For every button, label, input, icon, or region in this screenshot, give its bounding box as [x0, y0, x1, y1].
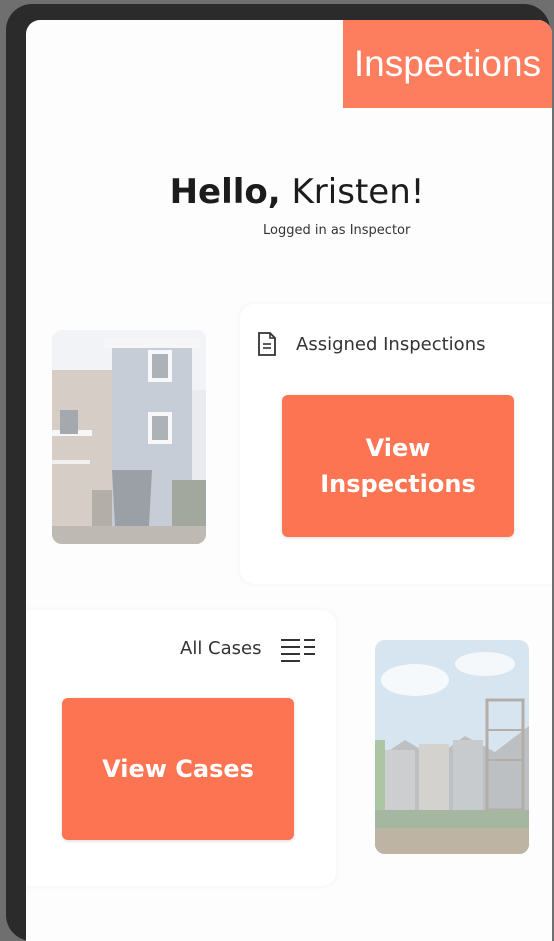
- construction-photo: [375, 640, 529, 854]
- inspections-header-tab[interactable]: Inspections: [343, 20, 552, 108]
- list-icon: [280, 637, 316, 667]
- assigned-inspections-label: Assigned Inspections: [296, 334, 486, 355]
- device-frame: Inspections Hello, Kristen! Logged in as…: [6, 4, 552, 941]
- view-cases-button[interactable]: View Cases: [62, 698, 294, 840]
- view-inspections-button[interactable]: View Inspections: [282, 395, 514, 537]
- house-photo: [52, 330, 206, 544]
- all-cases-label: All Cases: [180, 638, 262, 659]
- document-icon: [258, 332, 276, 360]
- header-title: Inspections: [353, 43, 542, 84]
- greeting-hello: Hello,: [169, 172, 281, 212]
- cases-card: All Cases View Cases: [26, 610, 336, 886]
- view-inspections-line2: Inspections: [320, 470, 476, 498]
- view-cases-label: View Cases: [102, 755, 254, 783]
- role-subtitle: Logged in as Inspector: [263, 223, 411, 238]
- greeting-heading: Hello, Kristen!: [26, 172, 552, 212]
- inspections-card: Assigned Inspections View Inspections: [240, 304, 552, 584]
- view-inspections-line1: View: [365, 434, 431, 462]
- app-screen: Inspections Hello, Kristen! Logged in as…: [26, 20, 552, 941]
- greeting-name: Kristen!: [291, 172, 425, 212]
